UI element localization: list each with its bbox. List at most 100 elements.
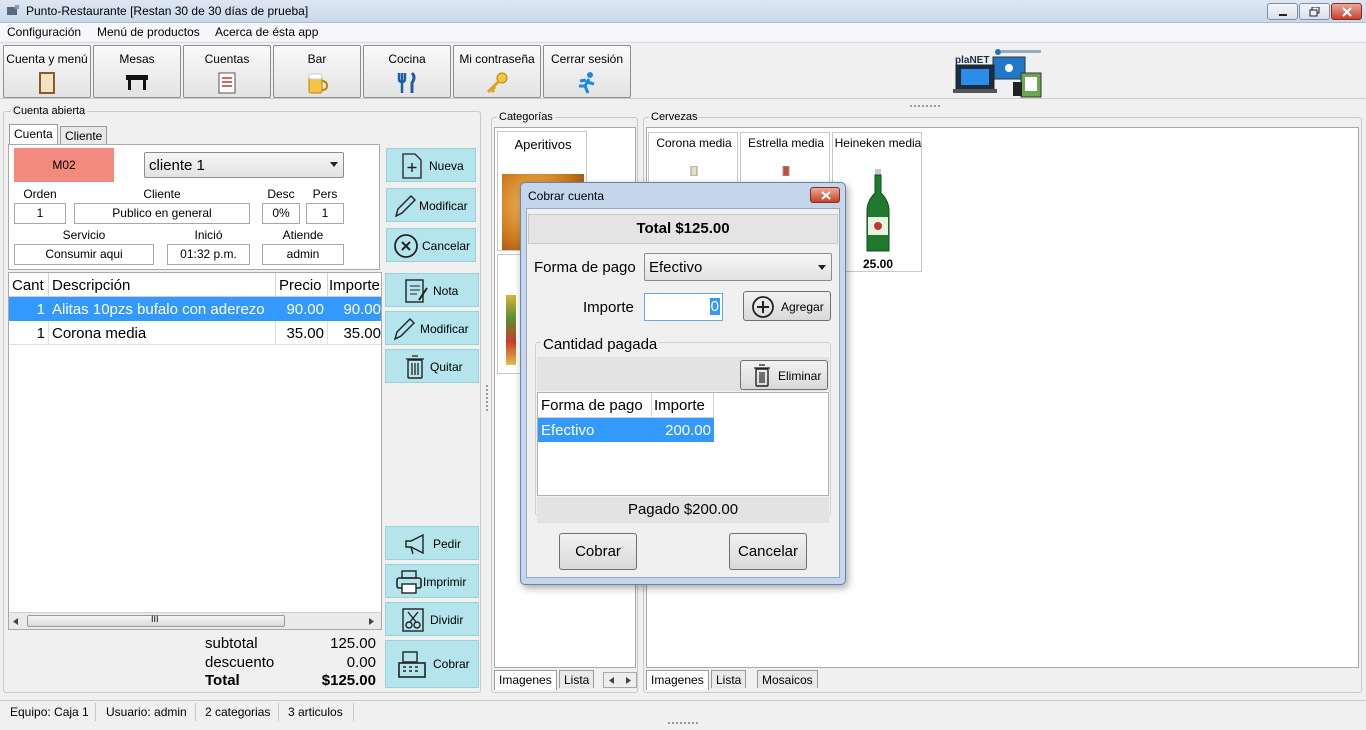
col-forma-pago[interactable]: Forma de pago	[541, 397, 643, 414]
bar-label: Bar	[307, 52, 327, 66]
vertical-splitter[interactable]	[486, 385, 488, 411]
agregar-button[interactable]: Agregar	[743, 291, 831, 321]
cuenta-abierta-title: Cuenta abierta	[11, 105, 88, 117]
status-equipo: Equipo: Caja 1	[10, 705, 89, 719]
cobrar-button[interactable]: Cobrar	[385, 640, 479, 688]
orden-field[interactable]: 1	[14, 203, 66, 224]
pagos-grid: Forma de pago Importe Efectivo 200.00	[537, 392, 829, 496]
mi-contrasena-button[interactable]: Mi contraseña	[453, 45, 541, 98]
tab-mosaicos[interactable]: Mosaicos	[757, 670, 818, 688]
menu-productos[interactable]: Menú de productos	[97, 25, 200, 39]
servicio-field[interactable]: Consumir aqui	[14, 244, 154, 265]
quitar-button[interactable]: Quitar	[385, 349, 479, 383]
inicio-field[interactable]: 01:32 p.m.	[167, 244, 250, 265]
close-icon	[1342, 7, 1352, 17]
client-select[interactable]: cliente 1	[144, 152, 344, 178]
close-window-button[interactable]	[1331, 3, 1362, 20]
tab-lista-cervezas[interactable]: Lista	[711, 670, 747, 688]
eliminar-button[interactable]: Eliminar	[740, 360, 828, 390]
bill-icon	[218, 72, 236, 94]
imprimir-button[interactable]: Imprimir	[385, 564, 479, 598]
row-cant: 1	[36, 301, 45, 318]
eliminar-label: Eliminar	[778, 369, 822, 383]
menu-configuracion[interactable]: Configuración	[7, 25, 81, 39]
dialog-cobrar-button[interactable]: Cobrar	[559, 533, 637, 570]
tab-cliente[interactable]: Cliente	[60, 126, 108, 144]
scroll-right-icon	[369, 618, 374, 625]
dialog-close-button[interactable]	[810, 187, 840, 203]
planet-logo: plaNET	[953, 47, 1045, 99]
importe-input[interactable]: 0	[644, 293, 723, 321]
modificar-item-button[interactable]: Modificar	[385, 311, 479, 345]
pago-forma: Efectivo	[541, 422, 595, 439]
servicio-label: Servicio	[62, 228, 106, 242]
status-articulos: 3 articulos	[288, 705, 343, 719]
imprimir-label: Imprimir	[423, 575, 467, 589]
col-descripcion[interactable]: Descripción	[52, 277, 130, 294]
tab-lista-categorias[interactable]: Lista	[559, 670, 595, 688]
table-row[interactable]: 1 Alitas 10pzs bufalo con aderezo 90.00 …	[9, 297, 381, 321]
menu-acerca[interactable]: Acerca de ésta app	[215, 25, 318, 39]
cuenta-menu-button[interactable]: Cuenta y menú	[3, 45, 91, 98]
cancelar-cuenta-button[interactable]: Cancelar	[386, 228, 476, 262]
dividir-button[interactable]: Dividir	[385, 602, 479, 636]
forma-pago-value: Efectivo	[649, 259, 703, 276]
total-label: Total	[205, 672, 240, 689]
row-cant: 1	[36, 325, 45, 342]
app-icon	[7, 5, 19, 15]
desc-field[interactable]: 0%	[262, 203, 300, 224]
pedir-button[interactable]: Pedir	[385, 526, 479, 560]
minimize-button[interactable]	[1267, 3, 1298, 20]
table-row[interactable]: Efectivo 200.00	[538, 418, 714, 442]
tab-scroll-buttons[interactable]	[603, 672, 637, 688]
col-precio[interactable]: Precio	[279, 277, 322, 294]
nueva-button[interactable]: Nueva	[386, 148, 476, 182]
cliente-label: Cliente	[143, 187, 181, 201]
cliente-field[interactable]: Publico en general	[74, 203, 250, 224]
dialog-cancelar-button[interactable]: Cancelar	[729, 533, 807, 570]
restore-button[interactable]	[1299, 3, 1330, 20]
quitar-label: Quitar	[430, 360, 463, 374]
scroll-left-icon	[13, 618, 18, 625]
col-cant[interactable]: Cant	[12, 277, 44, 294]
row-importe: 90.00	[343, 301, 381, 318]
fork-knife-icon	[397, 71, 416, 93]
col-importe[interactable]: Importe	[654, 397, 705, 414]
horizontal-scrollbar[interactable]: III	[9, 612, 381, 629]
category-item[interactable]	[497, 254, 521, 374]
client-select-value: cliente 1	[149, 157, 205, 174]
product-price: 25.00	[862, 257, 894, 271]
cocina-button[interactable]: Cocina	[363, 45, 451, 98]
trash-icon	[406, 355, 424, 379]
cobrar-label: Cobrar	[433, 657, 470, 671]
nota-button[interactable]: Nota	[385, 273, 479, 307]
mesas-button[interactable]: Mesas	[93, 45, 181, 98]
scroll-thumb[interactable]: III	[27, 614, 285, 627]
cervezas-title: Cervezas	[649, 111, 700, 123]
cobrar-cuenta-dialog: Cobrar cuenta Total $125.00 Forma de pag…	[520, 182, 846, 585]
horizontal-splitter[interactable]	[910, 105, 940, 107]
items-grid: Cant Descripción Precio Importe 1 Alitas…	[8, 272, 382, 630]
forma-pago-select[interactable]: Efectivo	[644, 253, 832, 281]
mesas-label: Mesas	[119, 52, 155, 66]
table-row[interactable]: 1 Corona media 35.00 35.00	[9, 321, 381, 345]
bottom-splitter[interactable]	[668, 722, 698, 724]
categorias-title: Categorías	[497, 111, 555, 123]
logo-text: plaNET	[955, 55, 990, 66]
tab-left-icon	[609, 677, 614, 684]
tab-imagenes-cervezas[interactable]: Imagenes	[646, 670, 709, 690]
cuentas-button[interactable]: Cuentas	[183, 45, 271, 98]
modificar-item-label: Modificar	[420, 322, 469, 336]
bar-button[interactable]: Bar	[273, 45, 361, 98]
row-desc: Alitas 10pzs bufalo con aderezo	[52, 301, 265, 318]
col-importe[interactable]: Importe	[329, 277, 381, 294]
cerrar-sesion-button[interactable]: Cerrar sesión	[543, 45, 631, 98]
tab-cuenta[interactable]: Cuenta	[9, 124, 58, 144]
modificar-label: Modificar	[419, 199, 468, 213]
atiende-field[interactable]: admin	[262, 244, 344, 265]
pers-field[interactable]: 1	[306, 203, 344, 224]
beer-icon	[308, 73, 329, 94]
tab-imagenes-categorias[interactable]: Imagenes	[494, 670, 557, 690]
modificar-cuenta-button[interactable]: Modificar	[386, 188, 476, 222]
note-icon	[405, 279, 428, 303]
